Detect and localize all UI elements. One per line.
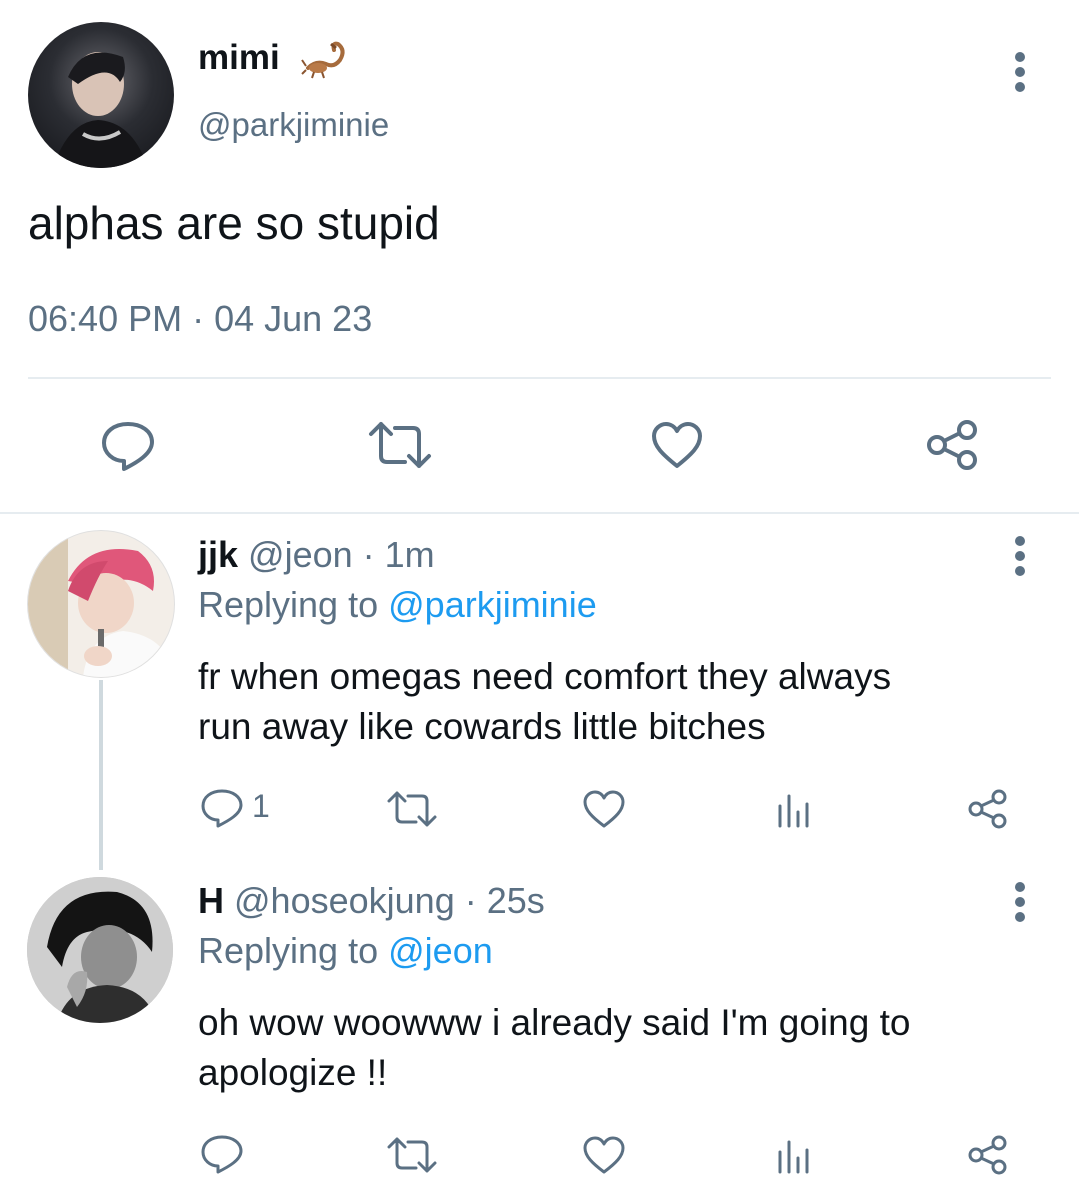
reply-time[interactable]: · 1m bbox=[363, 534, 435, 575]
display-name[interactable]: H bbox=[198, 880, 224, 921]
thread-line bbox=[99, 680, 103, 870]
reply-count: 1 bbox=[252, 788, 270, 824]
replying-label: Replying to bbox=[198, 930, 379, 971]
replying-to-link[interactable]: @parkjiminie bbox=[388, 584, 597, 625]
share-icon[interactable] bbox=[966, 788, 1010, 830]
reply-text: oh wow woowww i already said I'm going t… bbox=[198, 998, 910, 1098]
replying-to: Replying to @jeon bbox=[198, 930, 493, 972]
reply-icon[interactable] bbox=[100, 420, 156, 472]
more-options-icon[interactable] bbox=[1010, 50, 1030, 94]
reply-icon[interactable] bbox=[200, 788, 244, 828]
handle[interactable]: @hoseokjung bbox=[234, 880, 455, 921]
avatar[interactable] bbox=[27, 877, 173, 1023]
more-options-icon[interactable] bbox=[1010, 880, 1030, 924]
share-icon[interactable] bbox=[966, 1134, 1010, 1176]
avatar[interactable] bbox=[27, 530, 175, 678]
like-icon[interactable] bbox=[582, 789, 626, 829]
reply-header: jjk @jeon · 1m bbox=[198, 534, 435, 576]
scorpion-icon bbox=[300, 38, 358, 82]
reply-time[interactable]: · 25s bbox=[465, 880, 545, 921]
like-icon[interactable] bbox=[650, 420, 704, 470]
avatar[interactable] bbox=[28, 22, 174, 168]
retweet-icon[interactable] bbox=[365, 420, 435, 470]
replying-to-link[interactable]: @jeon bbox=[388, 930, 493, 971]
reply-icon[interactable] bbox=[200, 1134, 244, 1174]
divider bbox=[0, 512, 1079, 514]
reply-header: H @hoseokjung · 25s bbox=[198, 880, 545, 922]
like-icon[interactable] bbox=[582, 1135, 626, 1175]
divider bbox=[28, 377, 1051, 379]
share-icon[interactable] bbox=[925, 418, 981, 472]
handle[interactable]: @parkjiminie bbox=[198, 106, 389, 144]
reply-text-line: apologize !! bbox=[198, 1052, 388, 1093]
handle[interactable]: @jeon bbox=[248, 534, 353, 575]
analytics-icon[interactable] bbox=[776, 792, 812, 828]
replying-to: Replying to @parkjiminie bbox=[198, 584, 597, 626]
retweet-icon[interactable] bbox=[385, 790, 439, 828]
tweet-text: alphas are so stupid bbox=[28, 197, 440, 249]
reply-text-line: oh wow woowww i already said I'm going t… bbox=[198, 1002, 911, 1043]
display-name[interactable]: mimi bbox=[198, 38, 280, 78]
reply-text-line: fr when omegas need comfort they always bbox=[198, 656, 892, 697]
tweet-timestamp[interactable]: 06:40 PM · 04 Jun 23 bbox=[28, 298, 372, 340]
retweet-icon[interactable] bbox=[385, 1136, 439, 1174]
analytics-icon[interactable] bbox=[776, 1138, 812, 1174]
replying-label: Replying to bbox=[198, 584, 379, 625]
reply-text-line: run away like cowards little bitches bbox=[198, 706, 766, 747]
more-options-icon[interactable] bbox=[1010, 534, 1030, 578]
reply-text: fr when omegas need comfort they always … bbox=[198, 652, 891, 752]
display-name[interactable]: jjk bbox=[198, 534, 238, 575]
